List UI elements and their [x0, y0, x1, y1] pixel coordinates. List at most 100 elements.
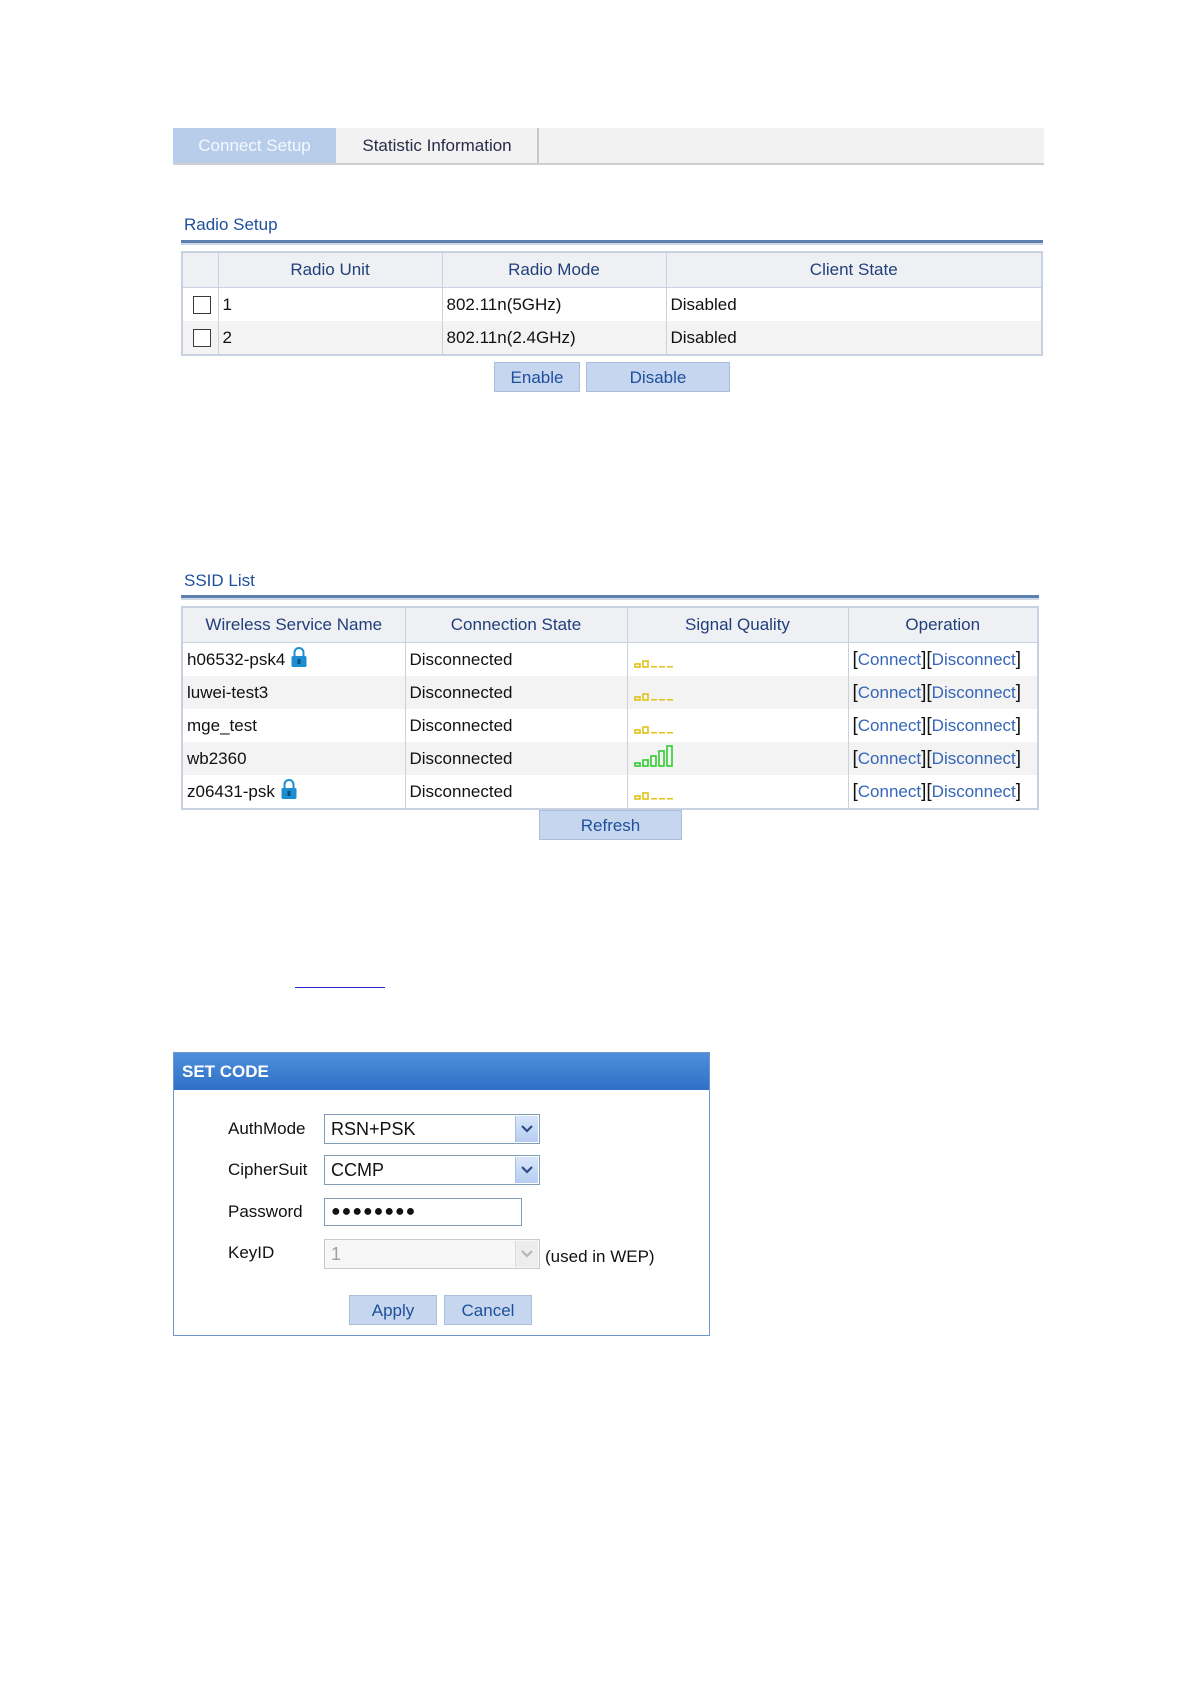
client-state: Disabled [665, 321, 1043, 355]
signal-bar [649, 755, 657, 767]
signal-strength-icon [632, 786, 676, 805]
authmode-value: RSN+PSK [331, 1119, 416, 1139]
radio-setup-title: Radio Setup [184, 215, 278, 234]
ssid-row: luwei-test3 Disconnected [Connect][Disconn… [181, 676, 1039, 709]
chevron-down-icon [515, 1157, 538, 1183]
signal-bar [641, 660, 649, 668]
chevron-down-icon [515, 1241, 538, 1267]
ssid-row: h06532-psk4 Disconnected [Connect][Disconn… [181, 642, 1039, 676]
radio-mode-header: Radio Mode [441, 251, 667, 288]
connection-state: Disconnected [404, 642, 628, 676]
enable-button[interactable]: Enable [494, 362, 580, 392]
radio-setup-divider [181, 240, 1043, 245]
ssid-name: wb2360 [187, 748, 247, 768]
radio-row: 1 802.11n(5GHz) Disabled [181, 287, 1043, 321]
radio-select-header [181, 251, 219, 288]
ssid-row: z06431-psk Disconnected [Connect][Disconne… [181, 775, 1039, 809]
signal-strength-icon [632, 745, 676, 772]
connection-state: Disconnected [404, 742, 628, 775]
signal-bar [633, 696, 641, 701]
ciphersuit-label: CipherSuit [228, 1160, 308, 1179]
tab-connect-setup[interactable]: Connect Setup [173, 128, 336, 163]
keyid-label: KeyID [228, 1243, 275, 1262]
refresh-button[interactable]: Refresh [539, 810, 682, 840]
radio-row: 2 802.11n(2.4GHz) Disabled [181, 321, 1043, 355]
disconnect-link[interactable]: Disconnect [932, 716, 1016, 735]
disconnect-link[interactable]: Disconnect [932, 782, 1016, 801]
operation-cell: [Connect][Disconnect] [847, 642, 1039, 676]
client-state: Disabled [665, 287, 1043, 321]
signal-bar [650, 666, 657, 668]
signal-bar [641, 726, 649, 734]
operation-cell: [Connect][Disconnect] [847, 742, 1039, 775]
signal-bar [658, 798, 665, 800]
connect-link[interactable]: Connect [858, 782, 921, 801]
radio-checkbox[interactable] [193, 329, 211, 348]
signal-strength-icon [632, 654, 676, 673]
radio-unit: 2 [217, 321, 443, 355]
connect-link[interactable]: Connect [858, 650, 921, 669]
tab-statistic-information[interactable]: Statistic Information [337, 128, 539, 163]
password-label: Password [228, 1202, 303, 1221]
operation-cell: [Connect][Disconnect] [847, 775, 1039, 809]
ssid-row: mge_test Disconnected [Connect][Disconnect… [181, 709, 1039, 742]
operation-cell: [Connect][Disconnect] [847, 676, 1039, 709]
signal-bar [641, 693, 649, 701]
connection-state: Disconnected [404, 775, 628, 809]
radio-table-header: Radio Unit Radio Mode Client State [181, 251, 1043, 288]
radio-checkbox[interactable] [193, 296, 211, 315]
ssid-table: Wireless Service Name Connection State S… [181, 606, 1039, 810]
ciphersuit-select[interactable]: CCMP [324, 1155, 540, 1185]
keyid-value: 1 [331, 1244, 342, 1264]
keyid-note: (used in WEP) [545, 1247, 655, 1266]
apply-button[interactable]: Apply [349, 1295, 437, 1325]
ssid-list-title: SSID List [184, 571, 255, 590]
radio-mode: 802.11n(2.4GHz) [441, 321, 667, 355]
bracket: ] [1015, 681, 1022, 703]
signal-bar [657, 750, 665, 767]
bracket: ] [1015, 648, 1022, 670]
radio-mode: 802.11n(5GHz) [441, 287, 667, 321]
connect-link[interactable]: Connect [858, 716, 921, 735]
operation-cell: [Connect][Disconnect] [847, 709, 1039, 742]
ciphersuit-value: CCMP [331, 1160, 384, 1180]
authmode-select[interactable]: RSN+PSK [324, 1114, 540, 1144]
signal-quality-header: Signal Quality [626, 606, 849, 643]
authmode-label: AuthMode [228, 1119, 306, 1138]
signal-bar [650, 699, 657, 701]
bracket: ] [1015, 780, 1022, 802]
signal-bar [658, 699, 665, 701]
keyid-select[interactable]: 1 [324, 1239, 540, 1269]
lock-icon [291, 646, 307, 673]
signal-strength-icon [632, 687, 676, 706]
dialog-title: SET CODE [174, 1053, 709, 1090]
connect-link[interactable]: Connect [858, 749, 921, 768]
disconnect-link[interactable]: Disconnect [932, 650, 1016, 669]
signal-bar [665, 745, 673, 767]
signal-bar [666, 666, 673, 668]
signal-bar [633, 729, 641, 734]
signal-bar [666, 798, 673, 800]
radio-unit: 1 [217, 287, 443, 321]
signal-bar [658, 666, 665, 668]
radio-unit-header: Radio Unit [217, 251, 443, 288]
signal-bar [633, 762, 641, 767]
signal-bar [666, 732, 673, 734]
password-field[interactable]: ●●●●●●●● [324, 1198, 522, 1226]
disable-button[interactable]: Disable [586, 362, 730, 392]
disconnect-link[interactable]: Disconnect [932, 683, 1016, 702]
ssid-table-header: Wireless Service Name Connection State S… [181, 606, 1039, 643]
signal-bar [650, 732, 657, 734]
signal-bar [633, 663, 641, 668]
signal-strength-icon [632, 720, 676, 739]
disconnect-link[interactable]: Disconnect [932, 749, 1016, 768]
bracket: ] [1015, 714, 1022, 736]
connect-link[interactable]: Connect [858, 683, 921, 702]
client-state-header: Client State [665, 251, 1043, 288]
cancel-button[interactable]: Cancel [444, 1295, 532, 1325]
ssid-list-divider [181, 595, 1039, 600]
signal-bar [658, 732, 665, 734]
ssid-row: wb2360 Disconnected [Connect][Disconnect] [181, 742, 1039, 775]
divider-line [295, 987, 385, 988]
set-code-dialog: SET CODE AuthMode RSN+PSK CipherSuit CCM… [173, 1052, 710, 1336]
